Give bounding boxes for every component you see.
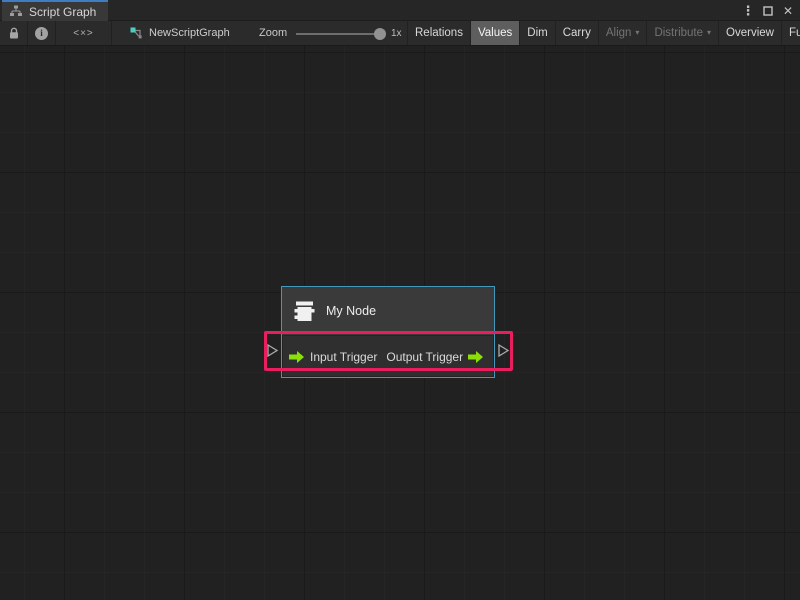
tab-script-graph[interactable]: Script Graph (2, 0, 108, 21)
carry-button[interactable]: Carry (556, 21, 599, 45)
code-view-button[interactable]: <×> (56, 21, 112, 45)
title-bar: Script Graph ⋮ ✕ (0, 0, 800, 21)
align-dropdown[interactable]: Align ▾ (599, 21, 648, 45)
window-controls: ⋮ ✕ (740, 0, 796, 21)
code-view-icon: <×> (73, 28, 94, 39)
zoom-slider-track[interactable] (296, 33, 380, 35)
zoom-slider-handle[interactable] (374, 28, 386, 40)
toolbar: i <×> NewScriptGraph Zoom 1x Relations V… (0, 21, 800, 46)
distribute-dropdown[interactable]: Distribute ▾ (647, 21, 719, 45)
node-header[interactable]: My Node (282, 287, 494, 336)
info-icon: i (35, 27, 48, 40)
node-title: My Node (326, 304, 376, 318)
overview-button[interactable]: Overview (719, 21, 782, 45)
more-menu-icon[interactable]: ⋮ (740, 0, 756, 21)
toolbar-buttons: Relations Values Dim Carry Align ▾ Distr… (408, 21, 800, 45)
chevron-down-icon: ▾ (635, 21, 639, 45)
unit-node-icon (292, 299, 316, 324)
graph-breadcrumb[interactable]: NewScriptGraph (130, 21, 230, 45)
relations-button[interactable]: Relations (408, 21, 471, 45)
chevron-down-icon: ▾ (707, 21, 711, 45)
graph-name-label: NewScriptGraph (149, 27, 230, 39)
script-graph-window: Script Graph ⋮ ✕ i <×> (0, 0, 800, 600)
dim-button[interactable]: Dim (520, 21, 555, 45)
graph-hierarchy-icon (9, 5, 23, 18)
values-button[interactable]: Values (471, 21, 520, 45)
script-graph-asset-icon (130, 27, 143, 39)
graph-canvas[interactable]: My Node Input Trigger Output Trigger (0, 46, 800, 600)
fullscreen-button[interactable]: Full Screen (782, 21, 800, 45)
info-button[interactable]: i (28, 21, 56, 45)
trigger-row-highlight (264, 331, 513, 371)
lock-button[interactable] (0, 21, 28, 45)
zoom-label: Zoom (259, 21, 287, 45)
zoom-value: 1x (391, 21, 402, 45)
lock-icon (8, 27, 20, 40)
tab-label: Script Graph (29, 5, 96, 19)
close-icon[interactable]: ✕ (780, 0, 796, 21)
maximize-icon[interactable] (760, 0, 776, 21)
